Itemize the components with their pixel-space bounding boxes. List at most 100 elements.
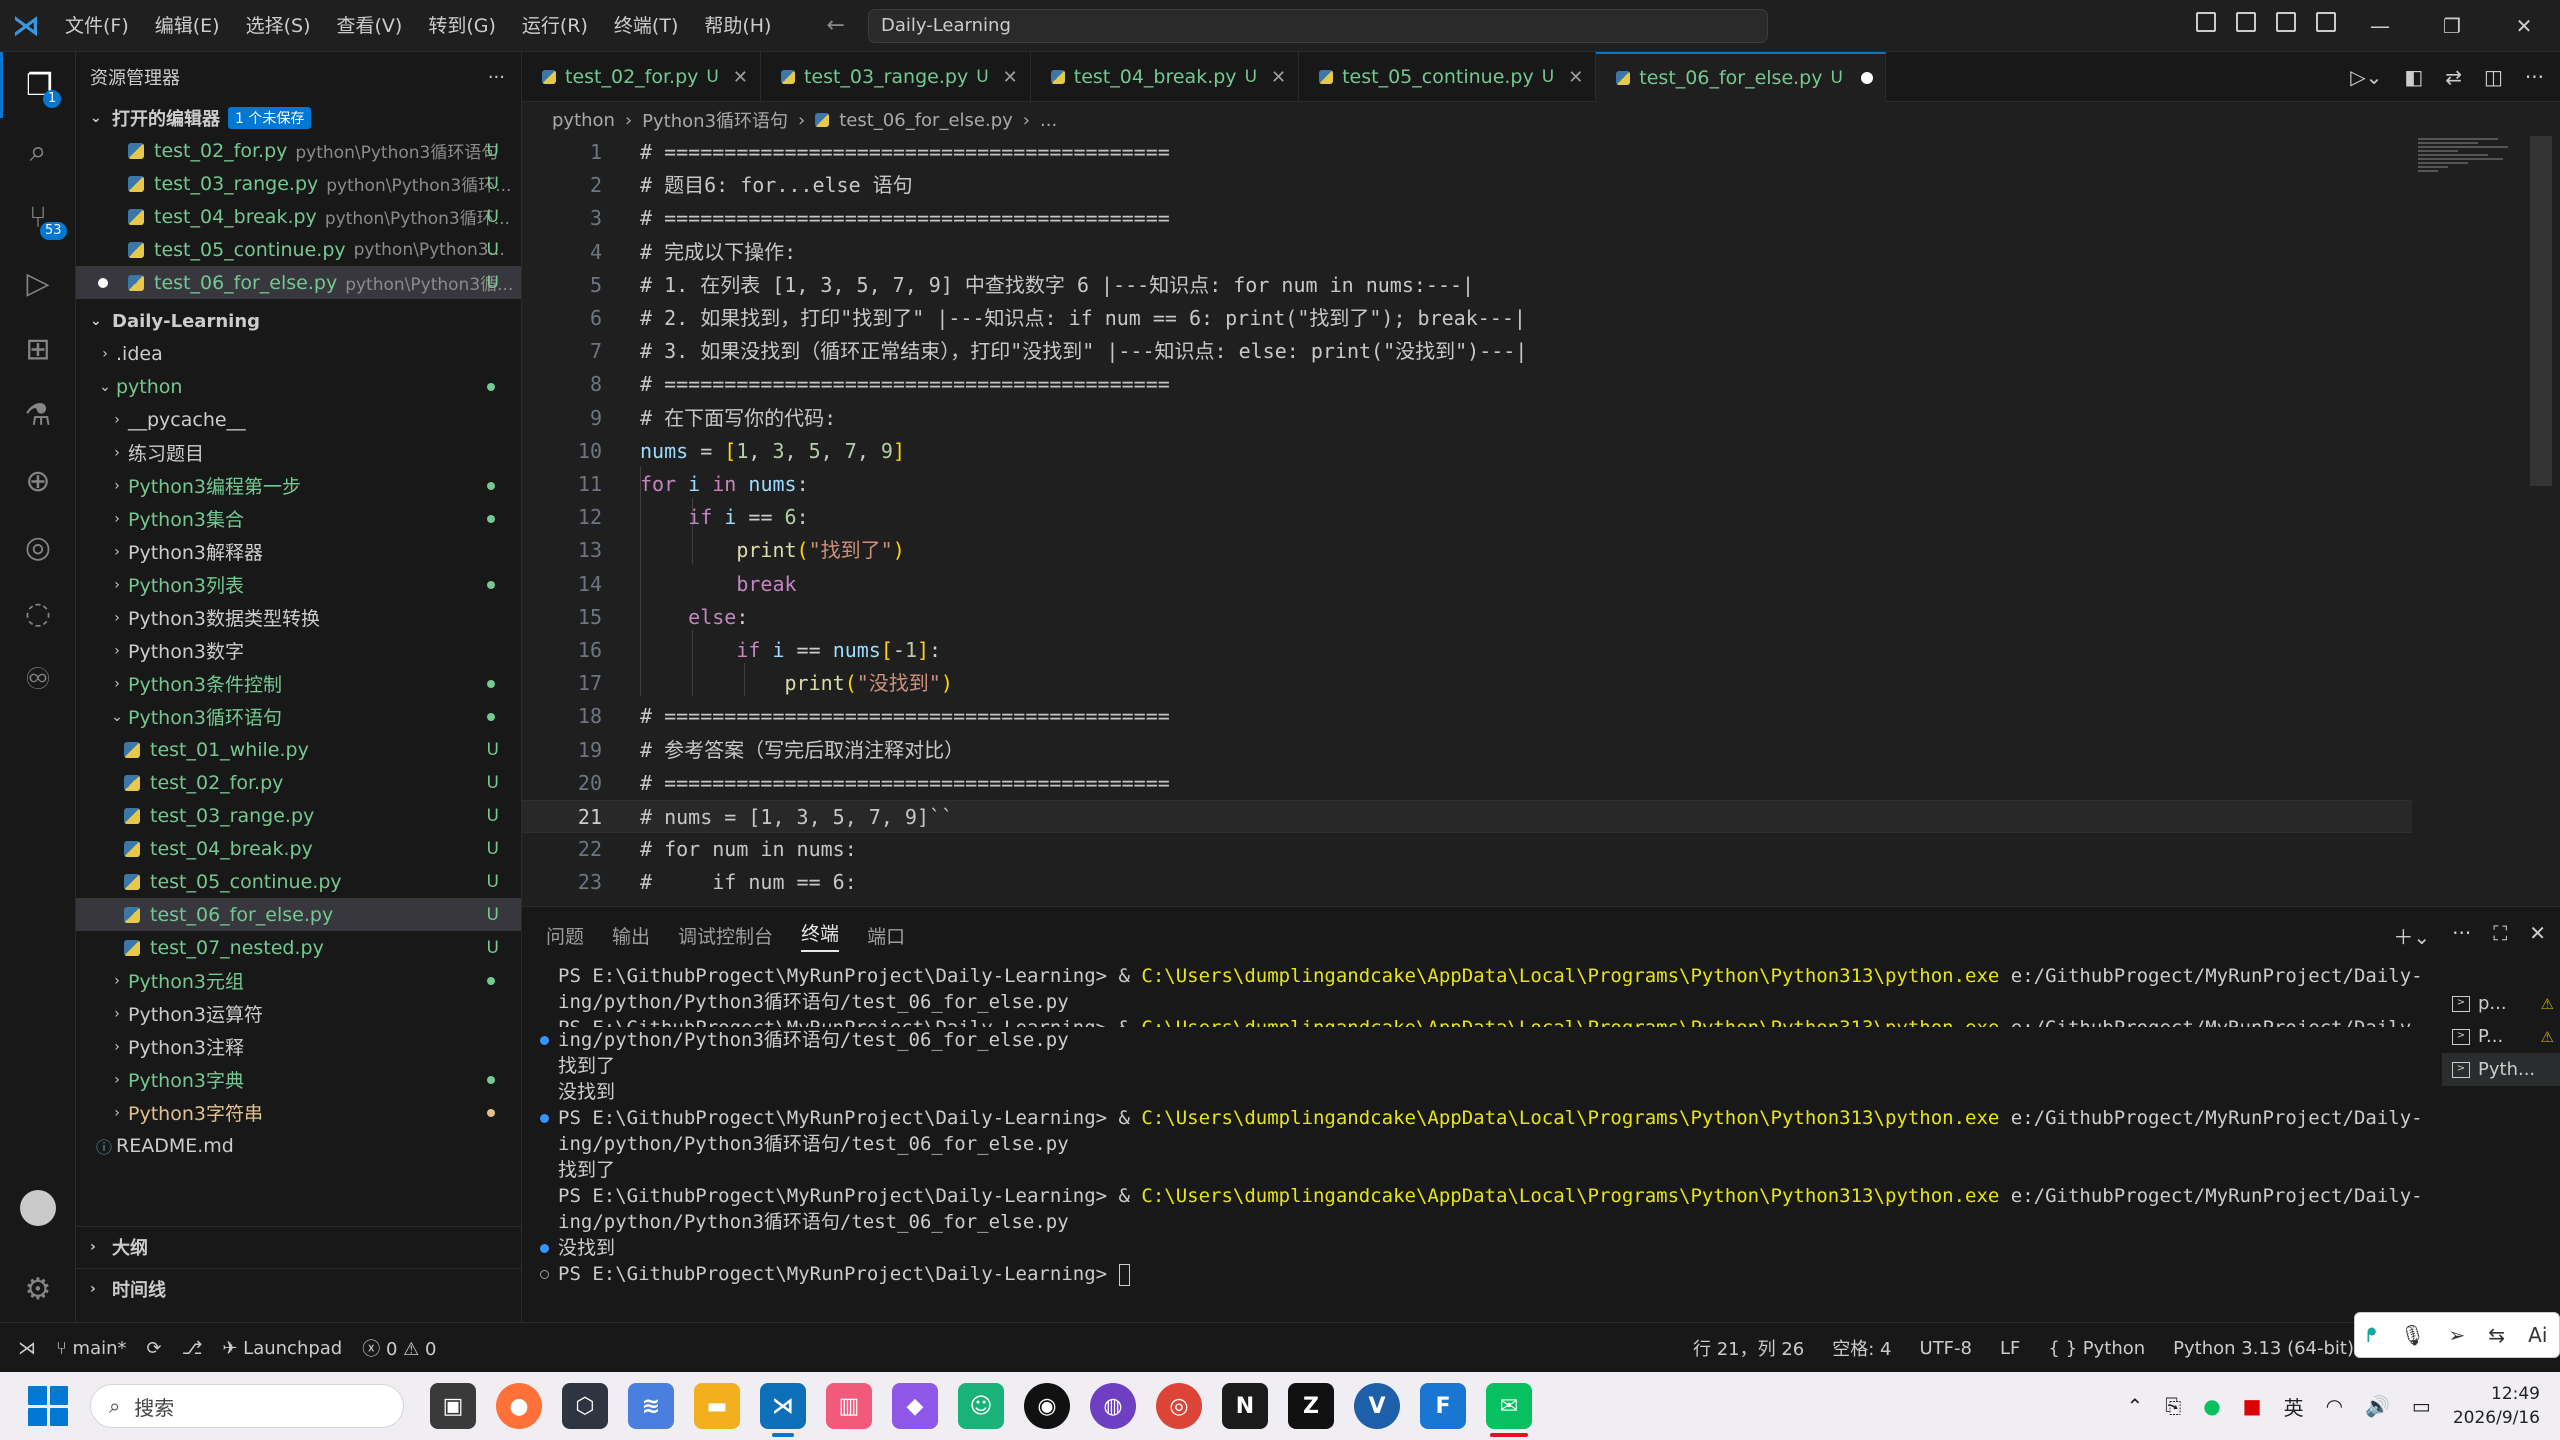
translate-icon[interactable]: ⇆ <box>2488 1323 2505 1347</box>
menu-file[interactable]: 文件(F) <box>52 0 142 52</box>
preview-icon[interactable]: ◧ <box>2404 65 2423 89</box>
tree-folder[interactable]: › Python3解释器 <box>76 535 521 568</box>
python-interpreter[interactable]: Python 3.13 (64-bit) <box>2173 1338 2354 1359</box>
menu-help[interactable]: 帮助(H) <box>691 0 784 52</box>
tree-folder[interactable]: › Python3列表 <box>76 568 521 601</box>
tree-folder[interactable]: › .idea <box>76 337 521 370</box>
wechat-tray-icon[interactable]: ● <box>2203 1394 2220 1418</box>
open-editors-section[interactable]: ⌄ 打开的编辑器 1 个未保存 <box>76 102 521 134</box>
code-line[interactable]: 23 # if num == 6: <box>522 866 2412 899</box>
notion-icon[interactable]: N <box>1222 1383 1268 1429</box>
system-clock[interactable]: 12:49 2026/9/16 <box>2453 1382 2540 1430</box>
start-menu-icon[interactable] <box>28 1386 68 1426</box>
tree-folder[interactable]: › Python3字典 <box>76 1063 521 1096</box>
close-icon[interactable]: ✕ <box>1003 67 1018 88</box>
language-mode[interactable]: { } Python <box>2048 1338 2145 1359</box>
vpn-app-icon[interactable]: V <box>1354 1383 1400 1429</box>
tab-debug-console[interactable]: 调试控制台 <box>678 922 773 949</box>
tree-file-selected[interactable]: test_06_for_else.py U <box>76 898 521 931</box>
tab-output[interactable]: 输出 <box>612 922 650 949</box>
end-of-line[interactable]: LF <box>2000 1338 2020 1359</box>
command-center-search[interactable]: Daily-Learning <box>868 9 1768 43</box>
indentation[interactable]: 空格: 4 <box>1832 1335 1891 1361</box>
volume-icon[interactable]: 🔊 <box>2365 1394 2390 1418</box>
tree-file[interactable]: test_02_for.py U <box>76 766 521 799</box>
unsaved-dot-icon[interactable] <box>1860 72 1873 84</box>
back-arrow-icon[interactable]: ← <box>826 13 844 38</box>
code-line[interactable]: 14 break <box>522 568 2412 601</box>
tree-folder[interactable]: › Python3字符串 <box>76 1096 521 1129</box>
code-line[interactable]: 20 # ====================================… <box>522 767 2412 800</box>
terminal-instance-active[interactable]: > Pyth... <box>2442 1053 2560 1086</box>
sync-icon[interactable]: ⟳ <box>147 1338 162 1359</box>
close-window-icon[interactable]: ✕ <box>2488 0 2560 52</box>
battery-icon[interactable]: ▭ <box>2412 1394 2431 1418</box>
terminal-instance[interactable]: > P... ⚠ <box>2442 1020 2560 1053</box>
split-editor-icon[interactable]: ◫ <box>2484 65 2503 89</box>
launchpad-button[interactable]: ✈ Launchpad <box>222 1338 342 1359</box>
code-line[interactable]: 6 # 2. 如果找到，打印"找到了" |---知识点: if num == 6:… <box>522 302 2412 335</box>
chrome-icon[interactable]: ◎ <box>1156 1383 1202 1429</box>
firefox-icon[interactable]: ● <box>496 1383 542 1429</box>
chevron-up-icon[interactable]: ⌃ <box>2126 1394 2143 1418</box>
tree-folder-open[interactable]: ⌄ Python3循环语句 <box>76 700 521 733</box>
file-explorer-icon[interactable]: ▬ <box>694 1383 740 1429</box>
unity-icon[interactable]: ⬡ <box>562 1383 608 1429</box>
tab-terminal[interactable]: 终端 <box>801 919 840 952</box>
tab-problems[interactable]: 问题 <box>546 922 584 949</box>
testing-icon[interactable]: ⚗ <box>0 382 76 448</box>
git-graph-icon[interactable]: ⊕ <box>0 448 76 514</box>
breadcrumb-item[interactable]: ... <box>1040 110 1057 131</box>
zed-icon[interactable]: Z <box>1288 1383 1334 1429</box>
menu-go[interactable]: 转到(G) <box>415 0 509 52</box>
remote-indicator-icon[interactable]: ⋊ <box>18 1338 36 1359</box>
code-line[interactable]: 21 # nums = [1, 3, 5, 7, 9]`` <box>522 800 2412 833</box>
settings-gear-icon[interactable]: ⚙ <box>0 1256 76 1322</box>
vscode-taskbar-icon[interactable]: ⋊ <box>760 1383 806 1437</box>
compare-icon[interactable]: ⇄ <box>2445 65 2462 89</box>
menu-view[interactable]: 查看(V) <box>324 0 416 52</box>
tab-test-05-continue[interactable]: test_05_continue.py U ✕ <box>1299 52 1597 102</box>
breadcrumb-item[interactable]: test_06_for_else.py <box>839 110 1013 131</box>
terminal-prompt-line[interactable]: PS E:\GithubProgect\MyRunProject\Daily-L… <box>522 1261 2422 1287</box>
tree-file[interactable]: test_05_continue.py U <box>76 865 521 898</box>
minimap[interactable] <box>2418 136 2528 196</box>
search-icon[interactable]: ⌕ <box>0 118 76 184</box>
open-editor-item[interactable]: test_04_break.py python\Python3循环... U <box>76 200 521 233</box>
open-editor-item[interactable]: test_03_range.py python\Python3循环... U <box>76 167 521 200</box>
wechat-icon[interactable]: ✉ <box>1486 1383 1532 1437</box>
tree-folder[interactable]: › Python3数据类型转换 <box>76 601 521 634</box>
close-panel-icon[interactable]: ✕ <box>2529 921 2546 950</box>
code-line[interactable]: 3 # =====================================… <box>522 202 2412 235</box>
tree-file[interactable]: test_01_while.py U <box>76 733 521 766</box>
toggle-sidebar-icon[interactable] <box>2196 12 2216 32</box>
more-actions-icon[interactable]: ··· <box>2452 921 2471 950</box>
terminal-output[interactable]: PS E:\GithubProgect\MyRunProject\Daily-L… <box>522 963 2422 1303</box>
tree-file[interactable]: test_04_break.py U <box>76 832 521 865</box>
tab-test-04-break[interactable]: test_04_break.py U ✕ <box>1031 52 1300 102</box>
close-icon[interactable]: ✕ <box>1568 67 1583 88</box>
code-line[interactable]: 9 # 在下面写你的代码: <box>522 402 2412 435</box>
problems-indicator[interactable]: ⓧ 0 ⚠ 0 <box>362 1335 436 1361</box>
tree-folder[interactable]: › Python3条件控制 <box>76 667 521 700</box>
code-line[interactable]: 8 # =====================================… <box>522 368 2412 401</box>
open-editor-item[interactable]: test_02_for.py python\Python3循环语句 U <box>76 134 521 167</box>
code-line[interactable]: 17 print("没找到") <box>522 667 2412 700</box>
code-line[interactable]: 5 # 1. 在列表 [1, 3, 5, 7, 9] 中查找数字 6 |---知识… <box>522 269 2412 302</box>
more-actions-icon[interactable]: ··· <box>2525 65 2544 89</box>
taskbar-search[interactable]: ⌕ 搜索 <box>90 1384 404 1428</box>
code-line[interactable]: 11 for i in nums: <box>522 468 2412 501</box>
open-editor-item[interactable]: test_05_continue.py python\Python3... U <box>76 233 521 266</box>
customize-layout-icon[interactable] <box>2236 12 2256 32</box>
explorer-icon[interactable]: ❐ 1 <box>0 52 76 118</box>
input-method-indicator[interactable]: 英 <box>2284 1392 2304 1421</box>
tree-folder[interactable]: › __pycache__ <box>76 403 521 436</box>
close-icon[interactable]: ✕ <box>1271 67 1286 88</box>
timeline-section[interactable]: › 时间线 <box>76 1268 522 1308</box>
tree-folder[interactable]: › Python3集合 <box>76 502 521 535</box>
send-icon[interactable]: ➢ <box>2448 1323 2465 1347</box>
code-line[interactable]: 7 # 3. 如果没找到（循环正常结束），打印"没找到" |---知识点: els… <box>522 335 2412 368</box>
tree-folder[interactable]: › Python3元组 <box>76 964 521 997</box>
tab-test-06-for-else[interactable]: test_06_for_else.py U <box>1596 52 1886 102</box>
run-file-icon[interactable]: ▷⌄ <box>2350 65 2382 89</box>
